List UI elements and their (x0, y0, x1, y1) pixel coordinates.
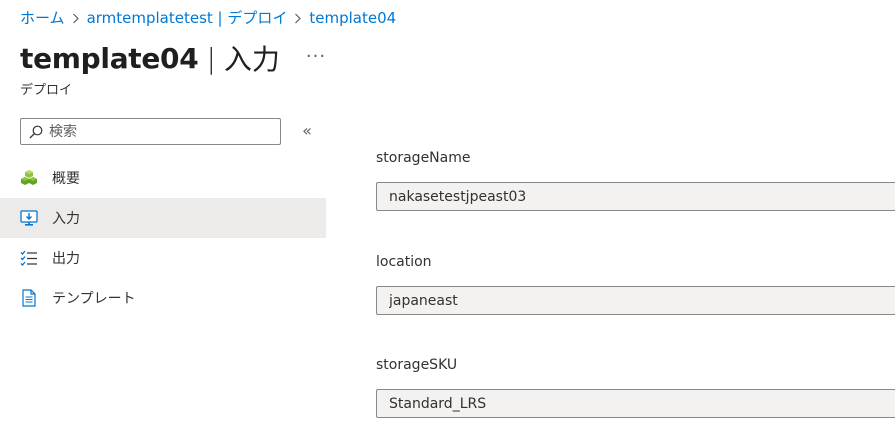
nav-item-template[interactable]: テンプレート (0, 278, 326, 318)
nav-item-input[interactable]: 入力 (0, 198, 326, 238)
location-label: location (376, 254, 432, 270)
page-title: template04 (20, 41, 199, 75)
breadcrumb-current-link[interactable]: template04 (309, 9, 396, 27)
nav-item-output[interactable]: 出力 (0, 238, 326, 278)
storage-name-field[interactable] (376, 182, 895, 211)
page-header: template04 | 入力 ··· (20, 38, 326, 78)
storage-name-label: storageName (376, 150, 471, 166)
overview-cubes-icon (20, 169, 38, 187)
title-separator: | (206, 41, 216, 75)
collapse-menu-button[interactable]: « (298, 121, 316, 141)
output-list-icon (20, 249, 38, 267)
search-icon (29, 125, 43, 138)
nav-item-overview[interactable]: 概要 (0, 158, 326, 198)
breadcrumb: ホーム armtemplatetest | デプロイ template04 (20, 7, 396, 28)
resource-menu: 概要 入力 出力 テンプレート (0, 158, 326, 318)
breadcrumb-home-link[interactable]: ホーム (20, 7, 65, 28)
nav-item-label: 出力 (52, 251, 80, 267)
page-section-title: 入力 (223, 43, 280, 76)
breadcrumb-resource-link[interactable]: armtemplatetest | デプロイ (87, 7, 288, 28)
nav-item-label: 概要 (52, 171, 80, 187)
storage-sku-field[interactable] (376, 389, 895, 418)
search-input[interactable] (49, 123, 259, 140)
search-box[interactable] (20, 118, 281, 145)
nav-item-label: テンプレート (52, 291, 136, 307)
input-monitor-icon (20, 209, 38, 227)
location-field[interactable] (376, 286, 895, 315)
resource-type-label: デプロイ (20, 83, 73, 98)
storage-sku-label: storageSKU (376, 357, 458, 373)
more-options-button[interactable]: ··· (306, 46, 326, 67)
template-document-icon (20, 289, 38, 307)
nav-item-label: 入力 (52, 211, 80, 227)
chevron-right-icon (287, 9, 309, 27)
chevron-right-icon (65, 9, 87, 27)
